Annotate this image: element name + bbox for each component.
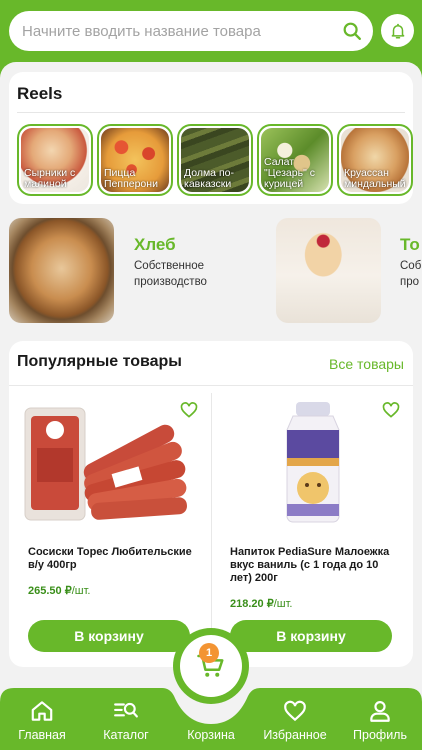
product-image bbox=[286, 402, 340, 523]
add-to-cart-button[interactable]: В корзину bbox=[28, 620, 190, 652]
nav-home[interactable]: Главная bbox=[0, 688, 84, 750]
product-price: 218.20 ₽/шт. bbox=[230, 597, 292, 610]
nav-label: Избранное bbox=[263, 728, 327, 742]
reel-label: Пицца Пепперони bbox=[104, 167, 158, 190]
reel-label: Сырники с малиной bbox=[24, 167, 76, 190]
heart-icon bbox=[284, 700, 306, 722]
product-price: 265.50 ₽/шт. bbox=[28, 584, 90, 597]
nav-profile[interactable]: Профиль bbox=[338, 688, 422, 750]
cake-image bbox=[276, 218, 381, 323]
all-products-link[interactable]: Все товары bbox=[329, 356, 404, 372]
nav-catalog[interactable]: Каталог bbox=[84, 688, 168, 750]
product-card[interactable]: Напиток PediaSure Малоежка вкус ваниль (… bbox=[211, 386, 413, 666]
popular-products: Популярные товары Все товары Сосиски Тор… bbox=[9, 341, 413, 667]
notifications-button[interactable] bbox=[381, 14, 414, 47]
category-title: Хлеб bbox=[134, 235, 176, 254]
section-title: Популярные товары bbox=[17, 353, 182, 370]
nav-label: Главная bbox=[18, 728, 66, 742]
reel-item[interactable]: Сырники с малиной bbox=[17, 124, 93, 196]
product-name[interactable]: Напиток PediaSure Малоежка вкус ваниль (… bbox=[230, 546, 403, 585]
reel-label: Салат "Цезарь" с курицей bbox=[264, 156, 315, 190]
reel-item[interactable]: Пицца Пепперони bbox=[97, 124, 173, 196]
price-value: 218.20 ₽ bbox=[230, 598, 274, 610]
cart-count-badge: 1 bbox=[199, 643, 219, 663]
reel-item[interactable]: Салат "Цезарь" с курицей bbox=[257, 124, 333, 196]
nav-label: Профиль bbox=[353, 728, 407, 742]
reels-title: Reels bbox=[17, 84, 63, 103]
category-subtitle: Собственное производство bbox=[134, 260, 207, 288]
catalog-search-icon bbox=[114, 702, 138, 718]
reels-section: Reels Сырники с малиной Пицца Пепперони … bbox=[9, 72, 413, 204]
category-title: То bbox=[400, 235, 420, 254]
cart-button[interactable] bbox=[173, 628, 249, 704]
product-image bbox=[24, 407, 187, 521]
search-icon[interactable] bbox=[341, 20, 363, 42]
user-icon bbox=[370, 701, 390, 722]
search-bar[interactable] bbox=[9, 11, 373, 51]
price-value: 265.50 ₽ bbox=[28, 585, 72, 597]
price-unit: /шт. bbox=[71, 585, 91, 597]
reel-label: Долма по-кавказски bbox=[184, 167, 234, 190]
reel-label: Круассан миндальный bbox=[344, 167, 406, 190]
nav-label: Каталог bbox=[103, 728, 149, 742]
product-card[interactable]: Сосиски Торес Любительские в/у 400гр 265… bbox=[9, 386, 211, 666]
price-unit: /шт. bbox=[273, 598, 293, 610]
add-to-cart-button[interactable]: В корзину bbox=[230, 620, 392, 652]
bell-icon bbox=[391, 23, 404, 38]
category-bread[interactable]: Хлеб Собственное производство bbox=[9, 218, 259, 323]
divider bbox=[17, 112, 405, 113]
nav-favorites[interactable]: Избранное bbox=[253, 688, 337, 750]
search-input[interactable] bbox=[22, 22, 322, 40]
reel-item[interactable]: Круассан миндальный bbox=[337, 124, 413, 196]
product-name[interactable]: Сосиски Торес Любительские в/у 400гр bbox=[28, 546, 201, 572]
reel-item[interactable]: Долма по-кавказски bbox=[177, 124, 253, 196]
bread-image bbox=[9, 218, 114, 323]
nav-label: Корзина bbox=[187, 728, 235, 742]
home-icon bbox=[31, 701, 53, 721]
category-cakes[interactable]: То Соб про bbox=[276, 218, 422, 323]
category-subtitle: Соб про bbox=[400, 260, 422, 288]
